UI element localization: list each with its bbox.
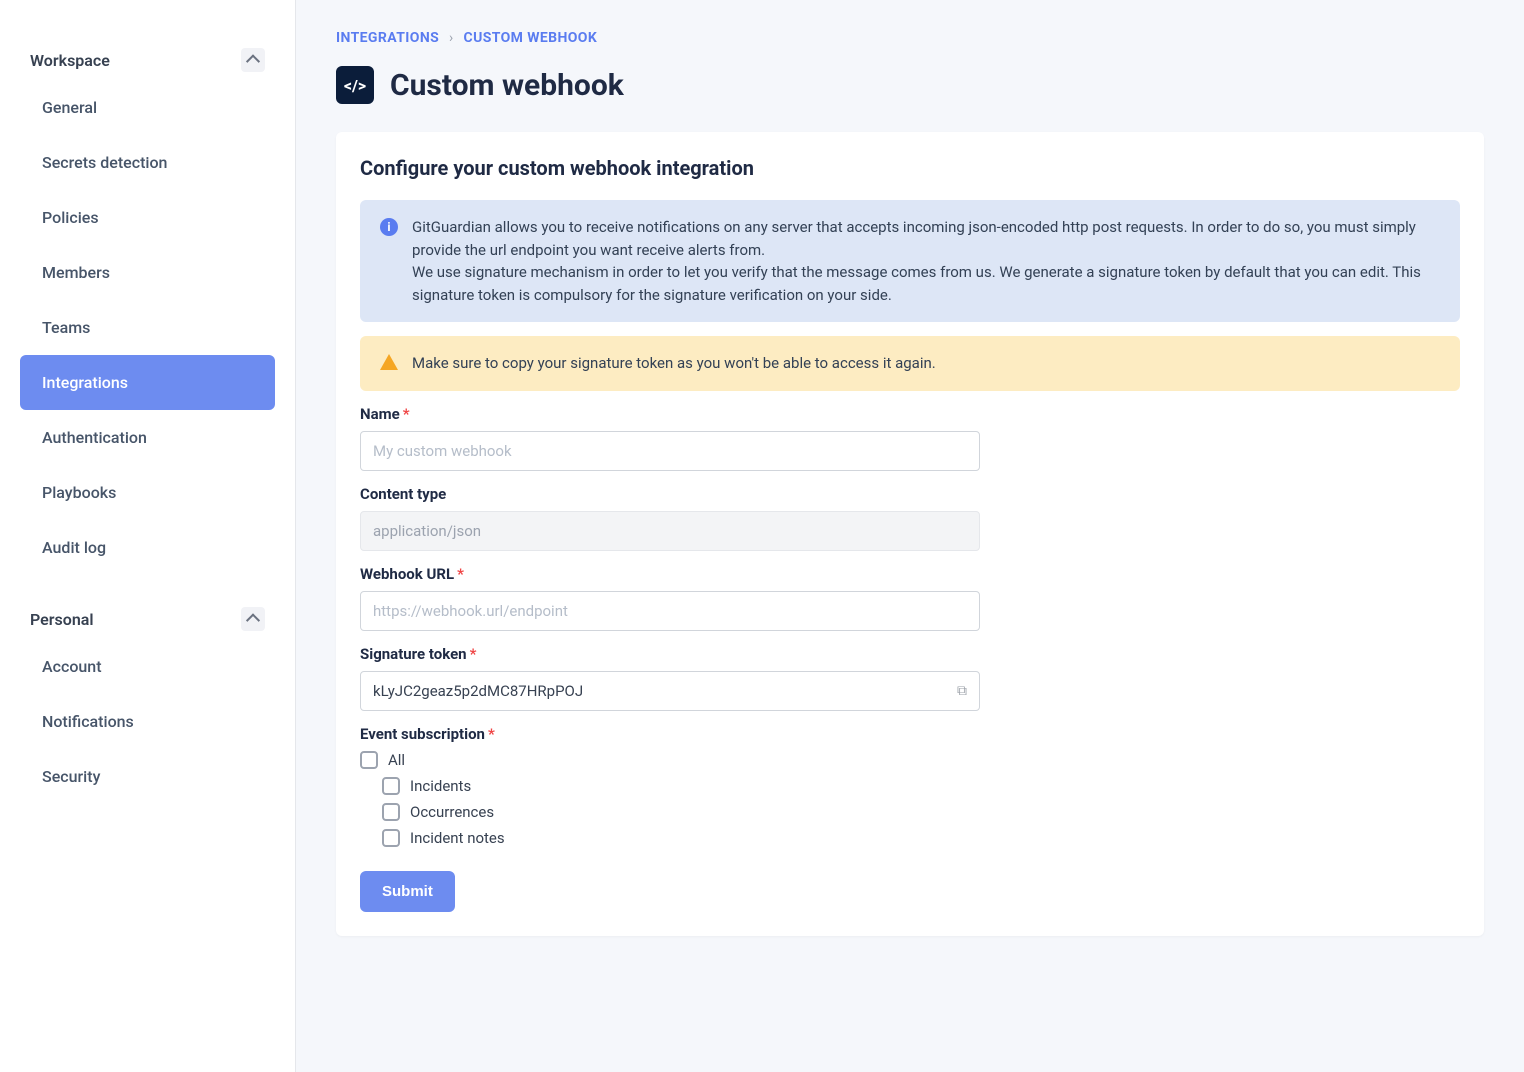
- checkbox-row-incidents: Incidents: [382, 777, 1460, 795]
- sidebar-section-title: Workspace: [30, 51, 110, 70]
- checkbox-label: Occurrences: [410, 803, 494, 821]
- sidebar-section-title: Personal: [30, 610, 94, 629]
- main-content: INTEGRATIONS › CUSTOM WEBHOOK </> Custom…: [296, 0, 1524, 1072]
- config-card: Configure your custom webhook integratio…: [336, 132, 1484, 936]
- sidebar-item-authentication[interactable]: Authentication: [20, 410, 275, 465]
- sidebar-item-notifications[interactable]: Notifications: [20, 694, 275, 749]
- label-signature-token: Signature token*: [360, 645, 1460, 663]
- page-title-row: </> Custom webhook: [336, 66, 1484, 104]
- submit-button[interactable]: Submit: [360, 871, 455, 912]
- sidebar-item-label: Account: [42, 657, 102, 676]
- code-icon: </>: [336, 66, 374, 104]
- checkbox-row-incident-notes: Incident notes: [382, 829, 1460, 847]
- copy-icon[interactable]: ⧉: [957, 683, 967, 699]
- sidebar-section-workspace: Workspace General Secrets detection Poli…: [20, 40, 275, 575]
- chevron-up-icon: [241, 607, 265, 631]
- breadcrumb-integrations[interactable]: INTEGRATIONS: [336, 30, 439, 46]
- sidebar-item-label: Authentication: [42, 428, 147, 447]
- sidebar: Workspace General Secrets detection Poli…: [0, 0, 296, 1072]
- field-event-subscription: Event subscription* All Incidents Occurr…: [360, 725, 1460, 847]
- sidebar-item-audit-log[interactable]: Audit log: [20, 520, 275, 575]
- sidebar-item-label: Policies: [42, 208, 99, 227]
- warning-alert: Make sure to copy your signature token a…: [360, 336, 1460, 391]
- sidebar-item-label: Notifications: [42, 712, 134, 731]
- icon-glyph: </>: [344, 76, 366, 95]
- sidebar-item-label: Audit log: [42, 538, 106, 557]
- field-name: Name*: [360, 405, 1460, 471]
- sidebar-item-account[interactable]: Account: [20, 639, 275, 694]
- field-signature-token: Signature token* kLyJC2geaz5p2dMC87HRpPO…: [360, 645, 1460, 711]
- sidebar-item-secrets-detection[interactable]: Secrets detection: [20, 135, 275, 190]
- chevron-up-icon: [241, 48, 265, 72]
- required-marker: *: [457, 565, 464, 583]
- label-text: Webhook URL: [360, 565, 454, 583]
- sidebar-item-security[interactable]: Security: [20, 749, 275, 804]
- card-title: Configure your custom webhook integratio…: [360, 156, 1460, 180]
- checkbox-incident-notes[interactable]: [382, 829, 400, 847]
- page-title: Custom webhook: [390, 68, 624, 103]
- submit-button-label: Submit: [382, 883, 433, 900]
- sidebar-item-policies[interactable]: Policies: [20, 190, 275, 245]
- checkbox-all[interactable]: [360, 751, 378, 769]
- required-marker: *: [488, 725, 495, 743]
- required-marker: *: [470, 645, 477, 663]
- info-icon: i: [380, 218, 398, 236]
- label-text: Event subscription: [360, 725, 485, 743]
- sidebar-item-label: Integrations: [42, 373, 128, 392]
- sidebar-item-label: Playbooks: [42, 483, 116, 502]
- sidebar-section-header-personal[interactable]: Personal: [20, 599, 275, 639]
- info-alert-text: GitGuardian allows you to receive notifi…: [412, 216, 1440, 306]
- checkbox-label: Incident notes: [410, 829, 505, 847]
- breadcrumb-custom-webhook[interactable]: CUSTOM WEBHOOK: [464, 30, 598, 46]
- checkbox-label: Incidents: [410, 777, 471, 795]
- field-webhook-url: Webhook URL*: [360, 565, 1460, 631]
- sidebar-item-label: General: [42, 98, 97, 117]
- name-input[interactable]: [360, 431, 980, 471]
- content-type-input: [360, 511, 980, 551]
- required-marker: *: [403, 405, 410, 423]
- checkbox-row-occurrences: Occurrences: [382, 803, 1460, 821]
- sidebar-section-personal: Personal Account Notifications Security: [20, 599, 275, 804]
- sidebar-item-label: Members: [42, 263, 110, 282]
- signature-token-row: kLyJC2geaz5p2dMC87HRpPOJ ⧉: [360, 671, 980, 711]
- label-text: Name: [360, 405, 400, 423]
- breadcrumb-chevron-icon: ›: [449, 30, 454, 46]
- sidebar-item-label: Secrets detection: [42, 153, 167, 172]
- checkbox-row-all: All: [360, 751, 1460, 769]
- checkbox-incidents[interactable]: [382, 777, 400, 795]
- checkbox-label: All: [388, 751, 405, 769]
- label-name: Name*: [360, 405, 1460, 423]
- label-text: Signature token: [360, 645, 467, 663]
- checkbox-occurrences[interactable]: [382, 803, 400, 821]
- label-webhook-url: Webhook URL*: [360, 565, 1460, 583]
- sidebar-item-label: Teams: [42, 318, 90, 337]
- webhook-url-input[interactable]: [360, 591, 980, 631]
- sidebar-item-general[interactable]: General: [20, 80, 275, 135]
- warning-alert-text: Make sure to copy your signature token a…: [412, 352, 936, 375]
- sidebar-item-playbooks[interactable]: Playbooks: [20, 465, 275, 520]
- sidebar-item-members[interactable]: Members: [20, 245, 275, 300]
- warning-icon: [380, 354, 398, 370]
- signature-token-value: kLyJC2geaz5p2dMC87HRpPOJ: [373, 682, 583, 700]
- breadcrumb: INTEGRATIONS › CUSTOM WEBHOOK: [336, 30, 1484, 46]
- sidebar-item-integrations[interactable]: Integrations: [20, 355, 275, 410]
- label-event-subscription: Event subscription*: [360, 725, 1460, 743]
- label-content-type: Content type: [360, 485, 1460, 503]
- info-alert: i GitGuardian allows you to receive noti…: [360, 200, 1460, 322]
- field-content-type: Content type: [360, 485, 1460, 551]
- sidebar-item-label: Security: [42, 767, 100, 786]
- sidebar-section-header-workspace[interactable]: Workspace: [20, 40, 275, 80]
- sidebar-item-teams[interactable]: Teams: [20, 300, 275, 355]
